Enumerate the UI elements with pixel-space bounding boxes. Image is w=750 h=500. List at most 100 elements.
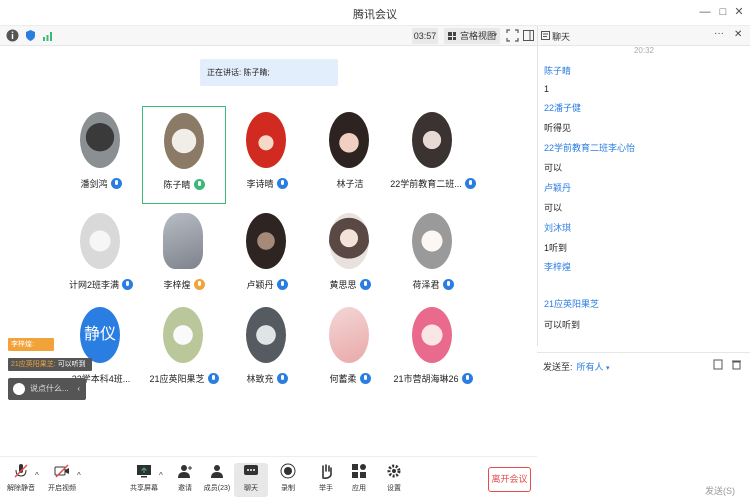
- chat-sender: 卢颖丹: [544, 183, 572, 193]
- microphone-icon: [359, 279, 371, 290]
- avatar: [412, 213, 452, 269]
- add-user-icon: [178, 465, 192, 478]
- more-icon[interactable]: ···: [714, 28, 724, 39]
- chat-timestamp: 20:32: [633, 46, 655, 55]
- members-label: 成员(23): [203, 485, 231, 492]
- chevron-up-icon[interactable]: ^: [159, 471, 163, 480]
- send-to-label: 发送至:: [543, 362, 573, 372]
- emoji-icon[interactable]: [13, 383, 25, 395]
- gear-icon: [387, 464, 401, 478]
- participant-name: 荷泽君: [412, 280, 440, 290]
- participant-name: 陈子睛: [163, 180, 191, 190]
- control-bar: 解除静音 ^ 开启视频 ^ 共享屏幕 ^ 邀请 成员(23) 聊天 录制 举手 …: [0, 456, 537, 500]
- participant-name: 何蓄柔: [329, 374, 357, 384]
- window-title: 腾讯会议: [353, 9, 397, 21]
- quick-chat-input[interactable]: 说点什么... ‹: [8, 378, 86, 400]
- avatar: [80, 213, 120, 269]
- chat-message: 1听到: [544, 243, 568, 253]
- minimize-icon[interactable]: —: [698, 5, 712, 19]
- grid-icon: [448, 32, 456, 40]
- participant-name: 计网2班李满: [68, 280, 119, 290]
- view-label: 宫格视图: [460, 31, 497, 41]
- avatar: [412, 112, 452, 168]
- avatar: [329, 112, 369, 168]
- chevron-down-icon: ▾: [606, 365, 610, 372]
- record-icon: [280, 463, 296, 479]
- chat-header: 聊天 ··· ✕: [537, 26, 750, 46]
- avatar: 静仪: [80, 307, 120, 363]
- chat-label: 聊天: [244, 485, 258, 492]
- chat-message: 可以听到: [544, 320, 581, 330]
- view-switcher[interactable]: 宫格视图 ▾: [444, 28, 500, 44]
- chat-sender: 刘沐琪: [544, 223, 572, 233]
- participant-name: 林致充: [246, 374, 274, 384]
- camera-off-icon: [54, 464, 69, 478]
- chat-panel: 20:32 陈子睛 1 22潘子健 听得见 22学前教育二班李心怡 可以 卢颖丹…: [537, 46, 750, 346]
- avatar: [163, 213, 203, 269]
- microphone-muted-icon: [14, 464, 28, 478]
- maximize-icon[interactable]: □: [716, 5, 730, 19]
- microphone-icon: [464, 178, 476, 189]
- participant-name: 21应英阳果芝: [149, 374, 205, 384]
- record-button[interactable]: 录制: [271, 463, 305, 497]
- send-to-selector[interactable]: 发送至: 所有人 ▾: [543, 360, 610, 373]
- video-label: 开启视频: [48, 485, 76, 492]
- avatar: [246, 213, 286, 269]
- collapse-icon[interactable]: ‹: [77, 378, 80, 400]
- avatar: [80, 112, 120, 168]
- chevron-up-icon[interactable]: ^: [35, 471, 39, 480]
- quick-chat-placeholder: 说点什么...: [30, 384, 69, 393]
- info-icon[interactable]: [6, 29, 19, 42]
- mute-button[interactable]: 解除静音: [4, 463, 38, 497]
- raise-hand-button[interactable]: 举手: [309, 463, 343, 497]
- microphone-icon: [359, 373, 371, 384]
- chat-message: 可以: [544, 163, 563, 173]
- trash-icon[interactable]: [731, 359, 742, 370]
- participant-name: 林子洁: [336, 179, 364, 189]
- share-screen-button[interactable]: 共享屏幕: [127, 463, 161, 497]
- chat-sender: 22学前教育二班李心怡: [544, 143, 636, 153]
- leave-meeting-button[interactable]: 离开会议: [488, 467, 531, 492]
- chat-sender: 李梓煌: [544, 262, 572, 272]
- hand-icon: [322, 464, 332, 479]
- close-icon[interactable]: ✕: [732, 5, 746, 19]
- signal-icon[interactable]: [42, 29, 55, 42]
- participant-tile[interactable]: 荷泽君: [391, 207, 475, 305]
- popup-sender: 21应英阳果芝:: [11, 361, 56, 368]
- participant-tile[interactable]: 22学前教育二班...: [390, 106, 476, 204]
- microphone-icon: [442, 279, 454, 290]
- layout-icon[interactable]: [522, 29, 535, 42]
- invite-label: 邀请: [178, 485, 192, 492]
- chat-sender: 22潘子健: [544, 103, 582, 113]
- invite-button[interactable]: 邀请: [168, 463, 202, 497]
- chat-title: 聊天: [552, 32, 571, 42]
- shield-icon[interactable]: [24, 29, 37, 42]
- avatar: [163, 307, 203, 363]
- send-button[interactable]: 发送(S): [705, 484, 735, 497]
- apps-button[interactable]: 应用: [342, 463, 376, 497]
- close-chat-icon[interactable]: ✕: [734, 29, 742, 40]
- microphone-icon: [276, 373, 288, 384]
- fullscreen-icon[interactable]: [506, 29, 519, 42]
- chat-button[interactable]: 聊天: [234, 463, 268, 497]
- share-label: 共享屏幕: [130, 485, 158, 492]
- send-to-value[interactable]: 所有人: [577, 362, 604, 372]
- microphone-icon: [193, 279, 205, 290]
- avatar: [246, 112, 286, 168]
- chevron-up-icon[interactable]: ^: [77, 471, 81, 480]
- participant-name: 22学前教育二班...: [390, 179, 462, 189]
- screen-share-icon: [137, 465, 151, 478]
- settings-button[interactable]: 设置: [377, 463, 411, 497]
- mute-label: 解除静音: [7, 485, 35, 492]
- meeting-window: 腾讯会议 — □ ✕ 03:57 宫格视图 ▾ 聊天 ··· ✕ 正在讲话: 陈…: [0, 0, 750, 500]
- file-icon[interactable]: [713, 359, 724, 370]
- chat-sender: 陈子睛: [544, 66, 572, 76]
- raise-hand-label: 举手: [319, 485, 333, 492]
- video-button[interactable]: 开启视频: [45, 463, 79, 497]
- popup-text: 可以听到: [57, 361, 86, 368]
- members-button[interactable]: 成员(23): [200, 463, 234, 497]
- participant-tile[interactable]: 21市营胡海琳26: [391, 301, 475, 399]
- microphone-icon: [461, 373, 473, 384]
- chat-sender: 21应英阳果芝: [544, 299, 600, 309]
- apps-label: 应用: [352, 485, 366, 492]
